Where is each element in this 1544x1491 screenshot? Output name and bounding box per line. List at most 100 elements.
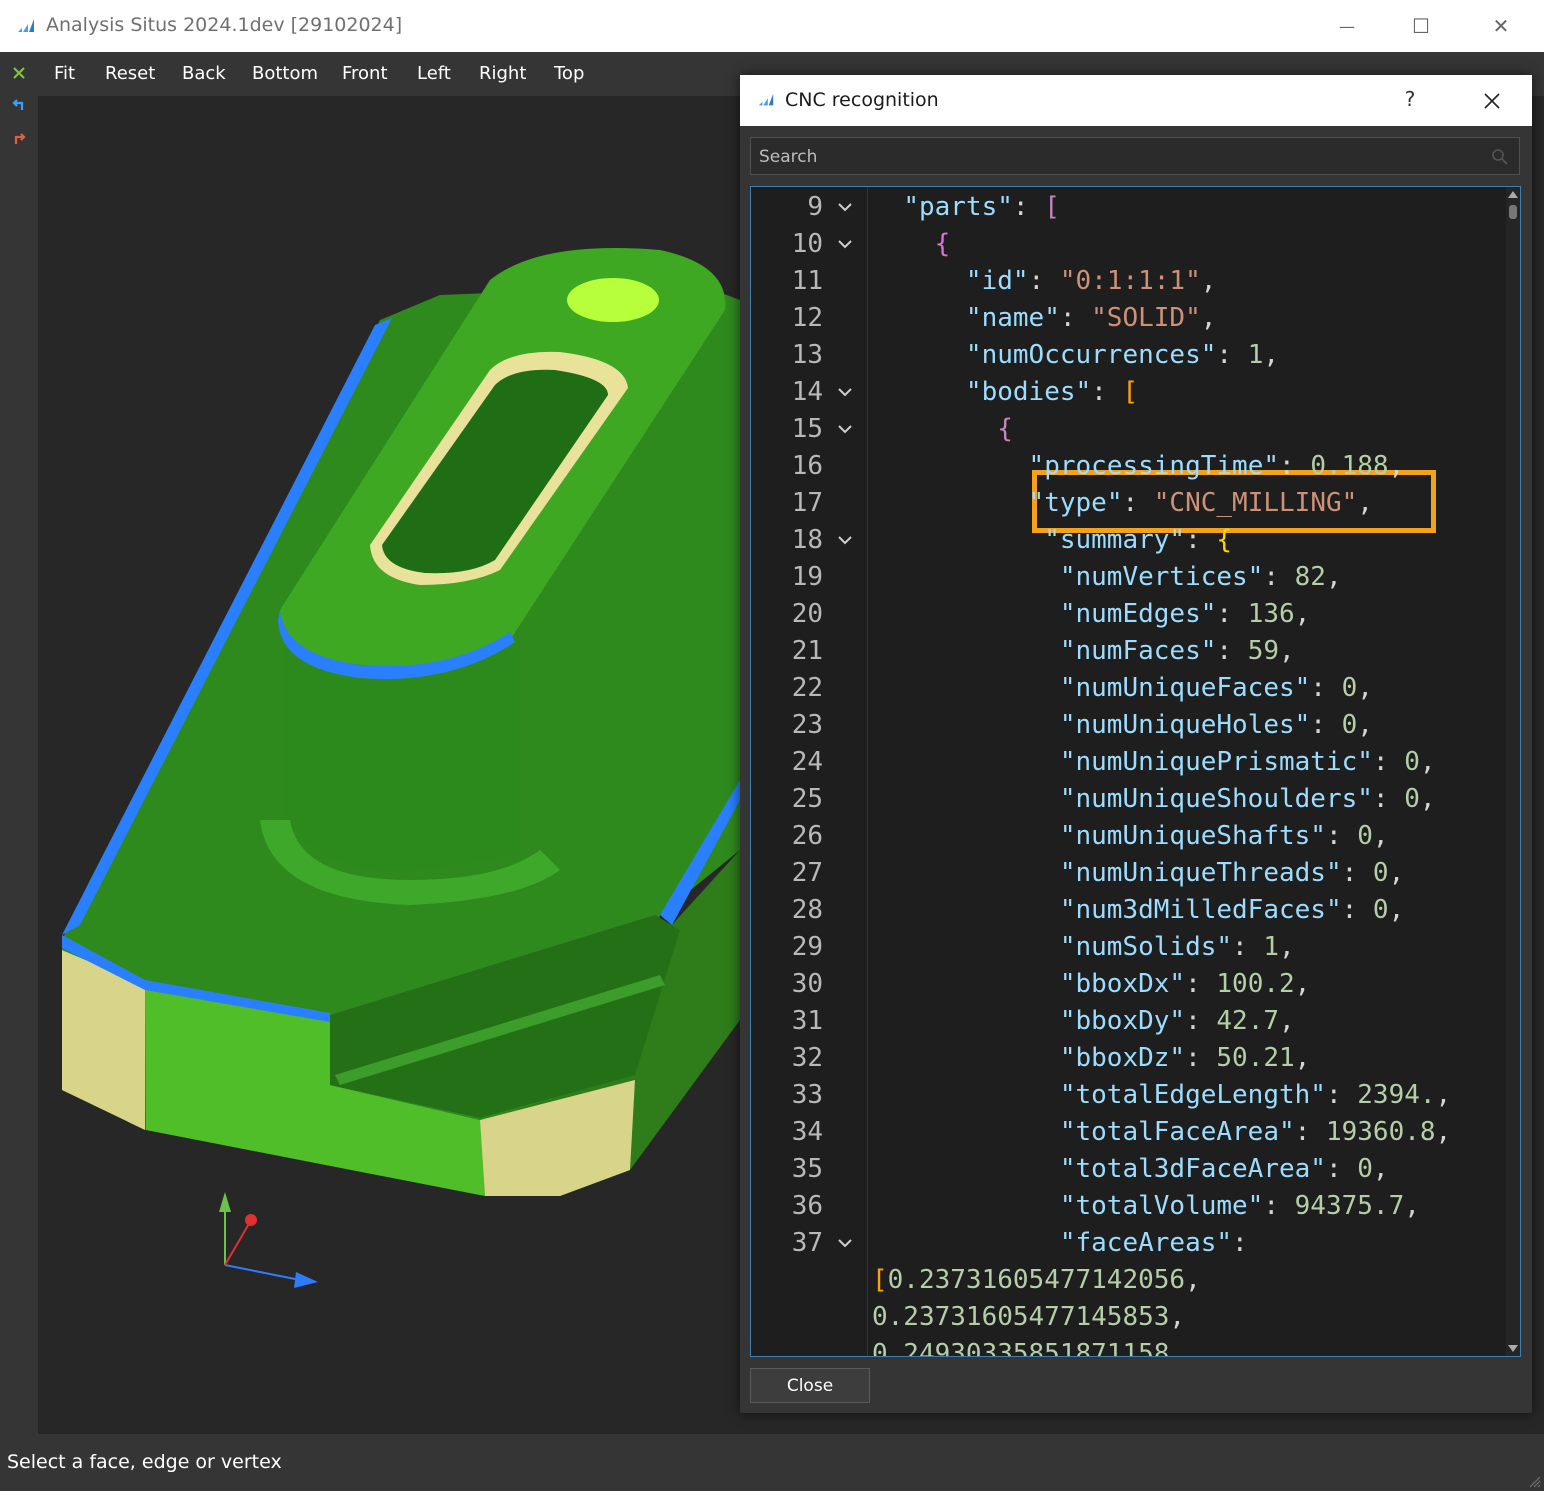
code-line: 19 "numVertices": 82, <box>751 559 1511 596</box>
code-token: , <box>1294 1043 1311 1073</box>
code-line: 18 "summary": { <box>751 522 1511 559</box>
redo-icon[interactable] <box>8 128 30 150</box>
code-text: "totalFaceArea": 19360.8, <box>872 1114 1451 1151</box>
code-token: 2394. <box>1357 1080 1436 1110</box>
search-icon[interactable] <box>1491 148 1509 166</box>
line-number: 34 <box>791 1117 823 1147</box>
code-text: "numUniqueShoulders": 0, <box>872 781 1436 818</box>
line-number: 20 <box>791 599 823 629</box>
toolbar-reset-button[interactable]: Reset <box>105 63 155 84</box>
code-text: "faceAreas": <box>872 1225 1248 1262</box>
code-token: 0 <box>1357 1154 1373 1184</box>
code-text: "totalVolume": 94375.7, <box>872 1188 1420 1225</box>
line-number: 21 <box>791 636 823 666</box>
fold-chevron-icon[interactable] <box>833 374 857 411</box>
close-selection-icon[interactable] <box>8 62 30 84</box>
help-button[interactable]: ? <box>1392 87 1428 111</box>
line-number: 28 <box>791 895 823 925</box>
code-token: : <box>1325 821 1358 851</box>
toolbar-top-button[interactable]: Top <box>554 63 584 84</box>
code-line: 33 "totalEdgeLength": 2394., <box>751 1077 1511 1114</box>
code-line: 0.24930335851871158 <box>751 1336 1511 1357</box>
code-text: "id": "0:1:1:1", <box>872 263 1216 300</box>
search-box[interactable] <box>750 137 1520 176</box>
code-text: "numUniquePrismatic": 0, <box>872 744 1436 781</box>
code-token: 1 <box>1263 932 1279 962</box>
fold-chevron-icon[interactable] <box>833 522 857 559</box>
maximize-button[interactable]: ☐ <box>1386 0 1456 52</box>
code-token: "processingTime" <box>1028 451 1279 481</box>
code-line: 0.23731605477145853, <box>751 1299 1511 1336</box>
undo-icon[interactable] <box>8 94 30 116</box>
window-title: Analysis Situs 2024.1dev [29102024] <box>46 14 403 36</box>
fold-chevron-icon[interactable] <box>833 189 857 226</box>
code-token: 42.7 <box>1216 1006 1280 1036</box>
code-text: 0.23731605477145853, <box>872 1299 1185 1336</box>
minimize-button[interactable]: — <box>1312 0 1382 52</box>
code-token: : <box>1059 303 1092 333</box>
code-token: "id" <box>965 266 1029 296</box>
code-token: , <box>1200 266 1217 296</box>
code-line: 10 { <box>751 226 1511 263</box>
resize-grip-icon[interactable] <box>1528 1475 1542 1489</box>
toolbar-back-button[interactable]: Back <box>182 63 226 84</box>
code-token: : <box>1232 932 1264 962</box>
line-number: 33 <box>791 1080 823 1110</box>
code-line: [0.23731605477142056, <box>751 1262 1511 1299</box>
fold-chevron-icon[interactable] <box>833 411 857 448</box>
toolbar-bottom-button[interactable]: Bottom <box>252 63 318 84</box>
code-token: "numSolids" <box>1059 932 1233 962</box>
dialog-close-button[interactable] <box>1472 83 1512 119</box>
code-token: "numUniqueShafts" <box>1059 821 1326 851</box>
code-line: 37 "faceAreas": <box>751 1225 1511 1262</box>
code-text: "numEdges": 136, <box>872 596 1310 633</box>
code-text: "numUniqueThreads": 0, <box>872 855 1404 892</box>
window-titlebar: Analysis Situs 2024.1dev [29102024] — ☐ … <box>0 0 1544 53</box>
code-token: , <box>1325 562 1342 592</box>
close-button[interactable]: Close <box>750 1368 870 1403</box>
code-token: "parts" <box>903 192 1013 222</box>
code-token: "numUniqueFaces" <box>1059 673 1311 703</box>
search-input[interactable] <box>757 138 1481 176</box>
code-token: : <box>1185 1006 1217 1036</box>
code-text: "bboxDz": 50.21, <box>872 1040 1310 1077</box>
toolbar-fit-button[interactable]: Fit <box>54 63 75 84</box>
code-line: 29 "numSolids": 1, <box>751 929 1511 966</box>
code-token: , <box>1279 932 1295 962</box>
toolbar-left-button[interactable]: Left <box>417 63 451 84</box>
line-number: 25 <box>791 784 823 814</box>
code-token: , <box>1279 636 1295 666</box>
line-number: 13 <box>791 340 823 370</box>
code-text: "numUniqueHoles": 0, <box>872 707 1373 744</box>
toolbar-front-button[interactable]: Front <box>342 63 388 84</box>
line-number: 16 <box>791 451 823 481</box>
status-text: Select a face, edge or vertex <box>7 1451 282 1473</box>
code-token: , <box>1404 1191 1420 1221</box>
fold-chevron-icon[interactable] <box>833 226 857 263</box>
code-token: "bboxDy" <box>1059 1006 1186 1036</box>
code-token: "CNC_MILLING" <box>1153 488 1358 518</box>
code-line: 11 "id": "0:1:1:1", <box>751 263 1511 300</box>
code-token: "numOccurrences" <box>965 340 1217 370</box>
code-token: : <box>1279 451 1311 481</box>
toolbar-right-button[interactable]: Right <box>479 63 526 84</box>
code-token: : <box>1325 1154 1358 1184</box>
app-logo-icon <box>18 19 34 32</box>
code-text: 0.24930335851871158 <box>872 1336 1170 1357</box>
code-token: 0.24930335851871158 <box>872 1339 1170 1357</box>
left-toolbar <box>0 52 38 1434</box>
code-token: 59 <box>1247 636 1280 666</box>
fold-chevron-icon[interactable] <box>833 1225 857 1262</box>
code-line: 27 "numUniqueThreads": 0, <box>751 855 1511 892</box>
json-viewer[interactable]: 9 "parts": [10 {11 "id": "0:1:1:1", 12 "n… <box>750 186 1521 1357</box>
window-close-button[interactable]: ✕ <box>1466 0 1536 52</box>
code-token: "bboxDz" <box>1059 1043 1186 1073</box>
